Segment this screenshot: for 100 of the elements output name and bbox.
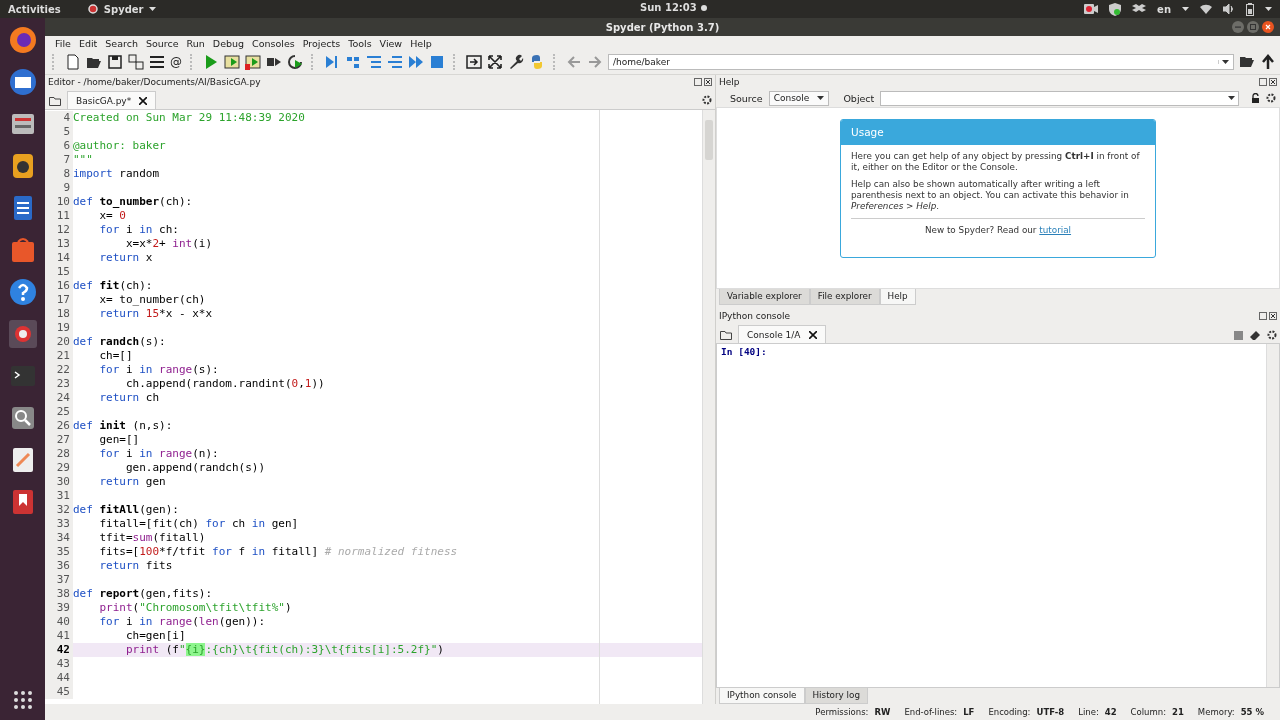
debug-icon[interactable] [324,54,340,70]
run-icon[interactable] [203,54,219,70]
pane-tab[interactable]: IPython console [719,688,805,704]
menu-item[interactable]: Help [406,37,436,49]
folder-icon[interactable] [49,96,61,106]
firefox-icon[interactable] [8,26,37,54]
wrench-icon[interactable] [508,54,524,70]
settings-icon[interactable] [702,95,712,105]
menu-item[interactable]: Debug [208,37,249,49]
camera-icon[interactable] [1084,4,1099,14]
mail-icon[interactable] [8,68,37,96]
close-icon[interactable] [808,330,817,339]
undock-icon[interactable] [1259,312,1267,320]
code-line: gen.append(randch(s)) [124,461,266,475]
new-file-icon[interactable] [65,54,81,70]
menu-item[interactable]: View [375,37,407,49]
run-cell-advance-icon[interactable] [245,54,261,70]
code-line: x= 0 [98,209,126,223]
run-cell-icon[interactable] [224,54,240,70]
settings-icon[interactable] [1266,93,1276,103]
email-button[interactable]: @ [170,55,182,69]
menu-item[interactable]: Source [141,37,183,49]
status-value: RW [874,707,891,717]
activities-button[interactable]: Activities [8,3,61,15]
code-line: def randch(s): [73,335,166,349]
step-in-icon[interactable] [366,54,382,70]
rerun-icon[interactable] [287,54,303,70]
wifi-icon[interactable] [1200,4,1212,14]
pane-tab[interactable]: Help [879,289,916,305]
settings-icon[interactable] [1267,330,1277,340]
eraser-icon[interactable] [1250,330,1260,340]
status-label: Column: [1130,707,1166,717]
status-label: End-of-lines: [904,707,958,717]
clock[interactable]: Sun 12:03 [640,2,697,13]
source-dropdown[interactable]: Console [768,90,830,106]
caret-icon[interactable] [1218,60,1229,64]
maximize-icon[interactable] [466,54,482,70]
step-icon[interactable] [345,54,361,70]
close-icon[interactable] [1269,78,1277,86]
pane-tab[interactable]: Variable explorer [719,289,810,305]
line-number: 33 [45,517,73,531]
code-line: for i in range(len(gen)): [98,615,266,629]
menu-item[interactable]: Run [182,37,209,49]
step-out-icon[interactable] [387,54,403,70]
spider-icon[interactable] [8,320,37,348]
pane-tab[interactable]: File explorer [809,289,880,305]
status-label: Encoding: [988,707,1031,717]
list-icon[interactable] [149,54,165,70]
close-icon[interactable] [704,78,712,86]
path-field[interactable]: /home/baker [608,54,1234,70]
line-number: 45 [45,685,73,699]
console-tab[interactable]: Console 1/A [738,325,826,343]
caret-icon[interactable] [1265,7,1272,11]
menu-item[interactable]: Search [101,37,142,49]
line-number: 4 [45,111,73,125]
menu-item[interactable]: Consoles [248,37,299,49]
line-number: 42 [45,643,73,657]
menu-item[interactable]: Edit [74,37,102,49]
line-number: 23 [45,377,73,391]
line-number: 18 [45,307,73,321]
app-menu[interactable]: Spyder [103,3,144,15]
menu-item[interactable]: File [51,37,75,49]
up-arrow-icon[interactable] [1260,54,1276,70]
app-grid-icon[interactable] [12,690,33,710]
card-title: Usage [841,120,1155,145]
stop-icon[interactable] [1234,330,1243,340]
save-icon[interactable] [107,54,123,70]
undock-icon[interactable] [694,78,702,86]
continue-icon[interactable] [408,54,424,70]
close-icon[interactable] [139,96,148,105]
scrollbar[interactable] [702,110,715,704]
undock-icon[interactable] [1259,78,1267,86]
pane-tab[interactable]: History log [804,688,868,704]
python-icon[interactable] [529,54,545,70]
menu-item[interactable]: Tools [344,37,376,49]
volume-icon[interactable] [1223,4,1235,14]
keyboard-layout[interactable]: en [1157,3,1171,15]
scrollbar[interactable] [1266,344,1279,687]
open-folder-icon[interactable] [1239,54,1255,70]
stop-icon[interactable] [429,54,445,70]
code-line: gen=[] [98,433,140,447]
code-line: tfit=sum(fitall) [98,531,206,545]
save-all-icon[interactable] [128,54,144,70]
close-button[interactable] [1262,21,1274,33]
line-number: 38 [45,587,73,601]
scrollbar-thumb[interactable] [705,120,713,160]
folder-icon[interactable] [720,330,732,340]
object-field[interactable] [880,90,1239,106]
close-icon[interactable] [1269,312,1277,320]
help-icon[interactable] [8,278,37,306]
line-number: 43 [45,657,73,671]
box-icon[interactable] [1132,3,1147,15]
tutorial-link[interactable]: tutorial [1039,225,1072,235]
lock-icon[interactable] [1251,93,1260,103]
file-tab[interactable]: BasicGA.py* [67,91,157,109]
battery-icon[interactable] [1246,2,1254,16]
menu-item[interactable]: Projects [298,37,345,49]
line-number: 22 [45,363,73,377]
shield-icon[interactable] [1109,2,1122,16]
fullscreen-icon[interactable] [487,54,503,70]
